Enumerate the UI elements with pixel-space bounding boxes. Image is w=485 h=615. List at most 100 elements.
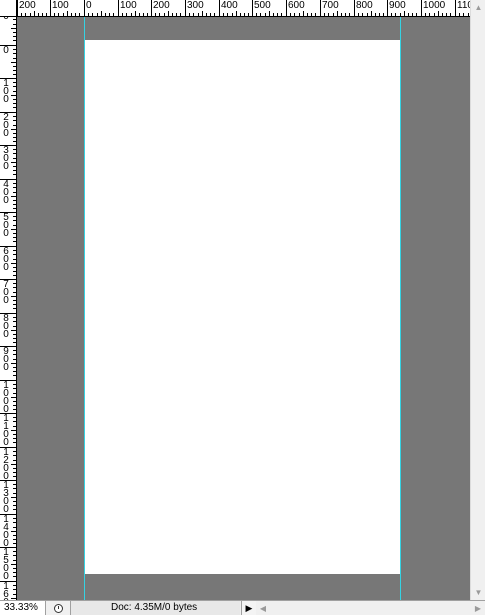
ruler-minor-tick: [131, 13, 132, 16]
ruler-minor-tick: [290, 13, 291, 16]
ruler-minor-tick: [281, 13, 282, 16]
ruler-major-tick: [219, 0, 220, 16]
scroll-up-arrow-icon[interactable]: ▲: [471, 0, 485, 15]
ruler-minor-tick: [38, 13, 39, 16]
ruler-minor-tick: [459, 13, 460, 16]
canvas-pasteboard[interactable]: [17, 17, 470, 600]
ruler-minor-tick: [236, 11, 237, 16]
vertical-guide-left[interactable]: [84, 17, 85, 600]
ruler-minor-tick: [13, 107, 16, 108]
ruler-tick-label: 800: [3, 313, 9, 340]
ruler-minor-tick: [450, 13, 451, 16]
ruler-minor-tick: [105, 13, 106, 16]
ruler-minor-tick: [400, 13, 401, 16]
ruler-minor-tick: [299, 13, 300, 16]
ruler-tick-label: 500: [254, 0, 271, 11]
timing-button[interactable]: [50, 601, 66, 615]
ruler-tick-label: 1200: [3, 447, 9, 482]
ruler-minor-tick: [13, 543, 16, 544]
ruler-minor-tick: [13, 99, 16, 100]
ruler-minor-tick: [13, 220, 16, 221]
ruler-minor-tick: [13, 187, 16, 188]
ruler-minor-tick: [13, 501, 16, 502]
ruler-minor-tick: [113, 13, 114, 16]
ruler-origin-corner[interactable]: [0, 0, 17, 17]
ruler-minor-tick: [223, 13, 224, 16]
ruler-minor-tick: [13, 233, 16, 234]
ruler-minor-tick: [172, 13, 173, 16]
horizontal-scrollbar[interactable]: ◀ ▶: [256, 601, 485, 615]
ruler-tick-label: 800: [356, 0, 373, 11]
ruler-minor-tick: [256, 13, 257, 16]
ruler-minor-tick: [13, 149, 16, 150]
scroll-down-arrow-icon[interactable]: ▼: [471, 585, 485, 600]
ruler-minor-tick: [244, 13, 245, 16]
scroll-right-arrow-icon[interactable]: ▶: [471, 601, 485, 615]
ruler-minor-tick: [294, 13, 295, 16]
ruler-minor-tick: [13, 451, 16, 452]
ruler-minor-tick: [126, 13, 127, 16]
ruler-minor-tick: [13, 225, 16, 226]
ruler-minor-tick: [13, 216, 16, 217]
ruler-minor-tick: [13, 594, 16, 595]
document-info-text: Doc: 4.35M/0 bytes: [70, 601, 240, 615]
ruler-minor-tick: [442, 13, 443, 16]
ruler-major-tick: [320, 0, 321, 16]
ruler-minor-tick: [88, 13, 89, 16]
ruler-major-tick: [455, 0, 456, 16]
ruler-minor-tick: [11, 330, 16, 331]
ruler-minor-tick: [13, 308, 16, 309]
ruler-major-tick: [286, 0, 287, 16]
ruler-minor-tick: [13, 32, 16, 33]
ruler-tick-label: 900: [3, 346, 9, 373]
vertical-ruler[interactable]: 0 0 100 200 300 400 500 600 700 800 900 10001100120…: [0, 17, 17, 600]
ruler-minor-tick: [13, 170, 16, 171]
ruler-minor-tick: [11, 531, 16, 532]
ruler-minor-tick: [11, 196, 16, 197]
ruler-major-tick: [387, 0, 388, 16]
ruler-minor-tick: [13, 53, 16, 54]
vertical-scrollbar[interactable]: ▲ ▼: [470, 0, 485, 600]
ruler-minor-tick: [135, 11, 136, 16]
ruler-minor-tick: [341, 13, 342, 16]
ruler-minor-tick: [13, 19, 16, 20]
ruler-tick-label: 1100: [457, 0, 470, 11]
ruler-minor-tick: [13, 321, 16, 322]
ruler-minor-tick: [13, 484, 16, 485]
status-menu-arrow-icon[interactable]: ▶: [241, 601, 257, 615]
ruler-minor-tick: [13, 384, 16, 385]
ruler-minor-tick: [63, 13, 64, 16]
ruler-minor-tick: [11, 363, 16, 364]
ruler-major-tick: [84, 0, 85, 16]
ruler-tick-label: 1000: [423, 0, 446, 11]
clock-icon: [53, 603, 63, 613]
ruler-minor-tick: [11, 397, 16, 398]
ruler-minor-tick: [13, 393, 16, 394]
ruler-minor-tick: [404, 11, 405, 16]
ruler-minor-tick: [13, 354, 16, 355]
scroll-left-arrow-icon[interactable]: ◀: [256, 601, 270, 615]
ruler-minor-tick: [147, 13, 148, 16]
ruler-minor-tick: [11, 229, 16, 230]
document-page[interactable]: [84, 40, 401, 574]
ruler-minor-tick: [13, 174, 16, 175]
ruler-tick-label: 400: [3, 179, 9, 206]
ruler-minor-tick: [13, 200, 16, 201]
horizontal-ruler[interactable]: 200 100 0 100 200 300 400 500 600 700 800 900 1000 11…: [17, 0, 470, 17]
ruler-minor-tick: [46, 13, 47, 16]
ruler-minor-tick: [13, 40, 16, 41]
ruler-tick-label: 700: [3, 279, 9, 306]
ruler-tick-label: 100: [120, 0, 137, 11]
vertical-guide-right[interactable]: [400, 17, 401, 600]
ruler-minor-tick: [438, 11, 439, 16]
ruler-minor-tick: [13, 438, 16, 439]
ruler-minor-tick: [11, 162, 16, 163]
ruler-minor-tick: [11, 497, 16, 498]
ruler-minor-tick: [358, 13, 359, 16]
ruler-minor-tick: [13, 120, 16, 121]
ruler-minor-tick: [383, 13, 384, 16]
ruler-tick-label: 0: [86, 0, 92, 11]
ruler-minor-tick: [13, 359, 16, 360]
zoom-level-field[interactable]: 33.33%: [0, 601, 46, 615]
ruler-minor-tick: [11, 296, 16, 297]
